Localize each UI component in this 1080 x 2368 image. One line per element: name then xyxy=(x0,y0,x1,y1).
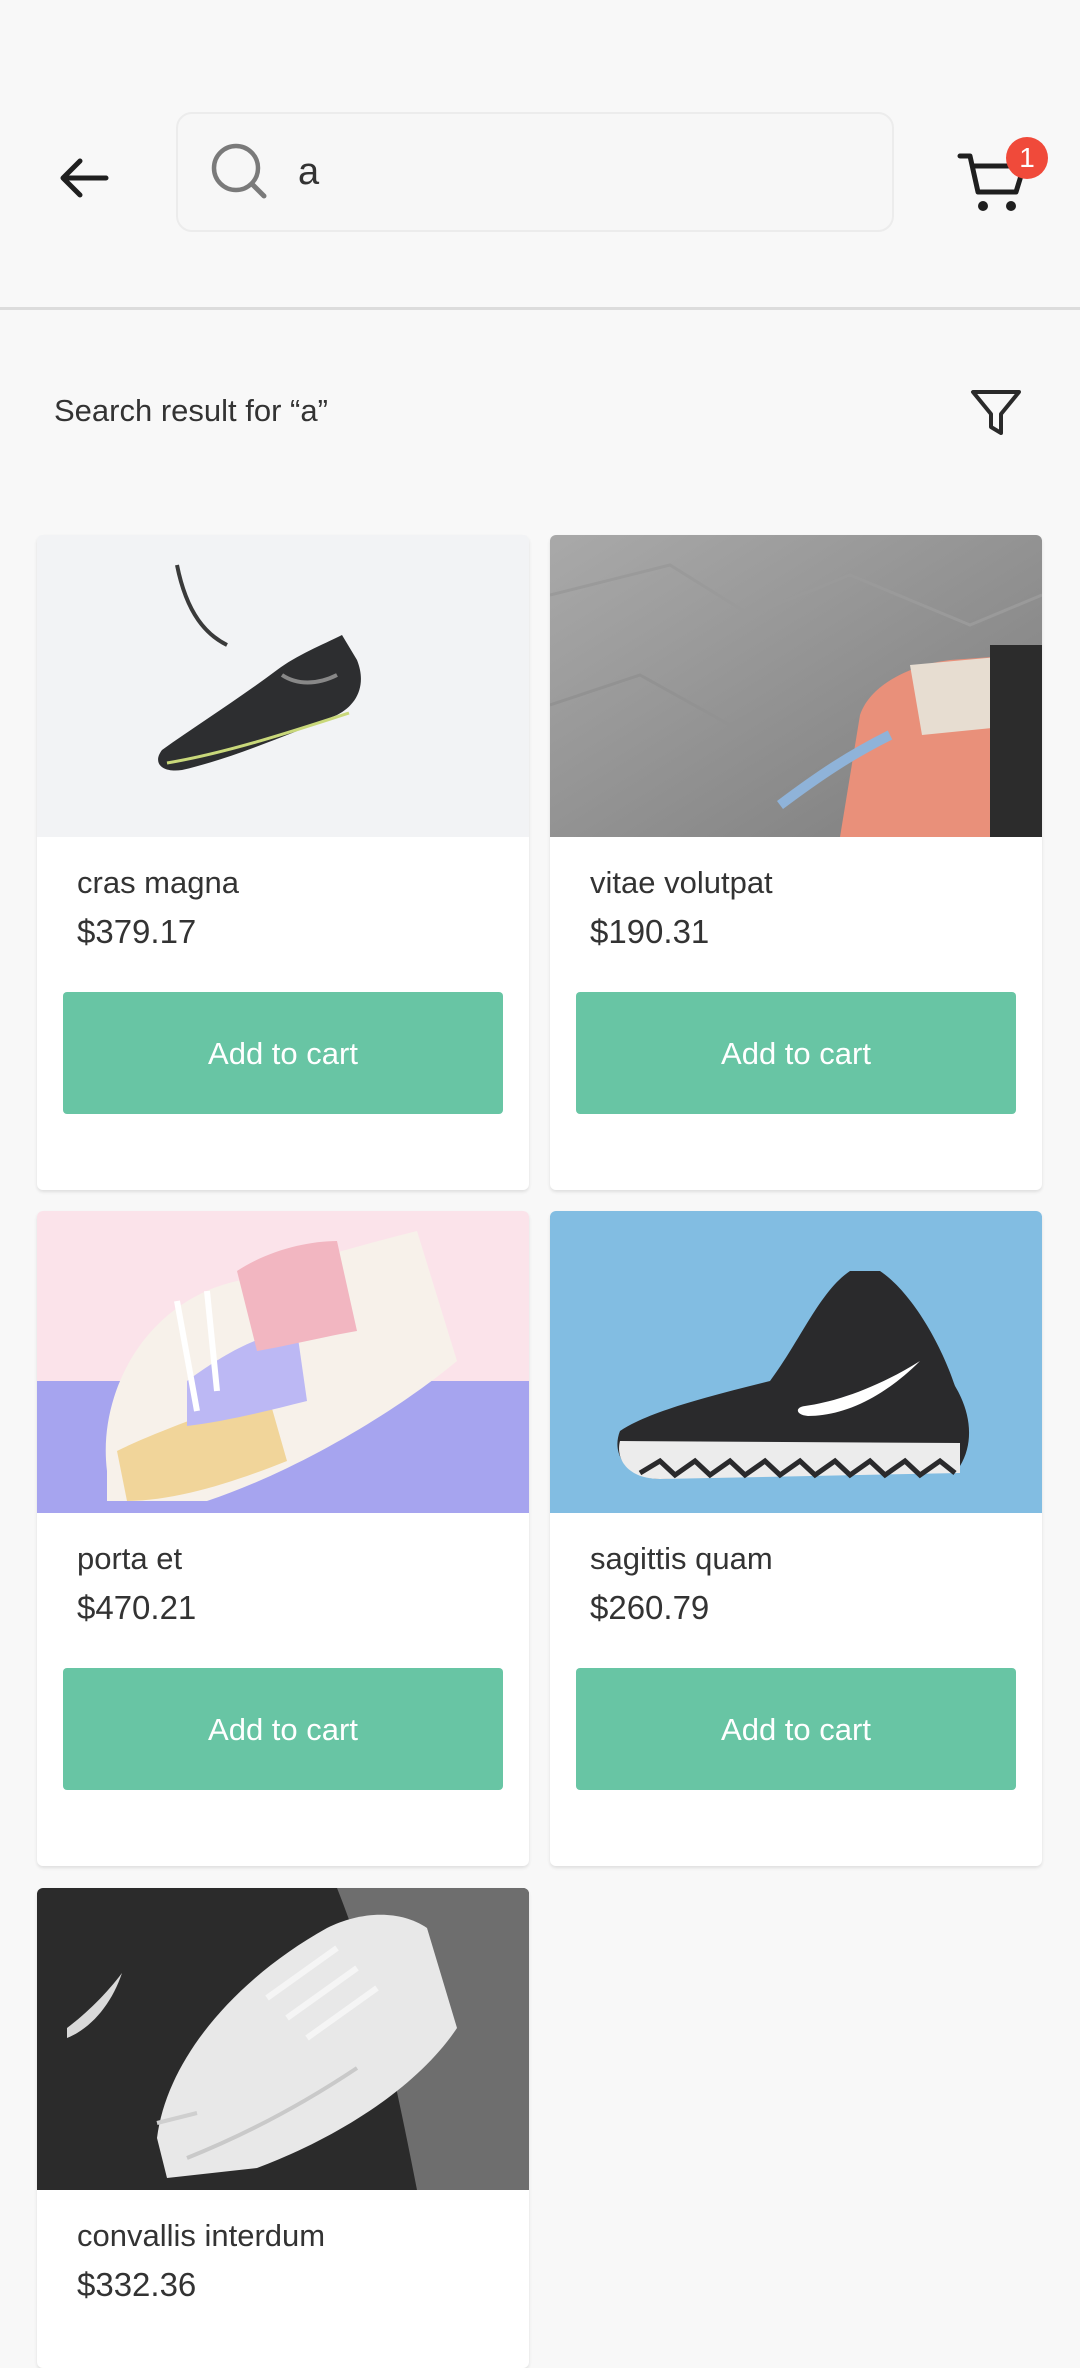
product-image[interactable] xyxy=(37,1211,529,1513)
product-image[interactable] xyxy=(550,1211,1042,1513)
product-card[interactable]: vitae volutpat $190.31 Add to cart xyxy=(550,535,1042,1190)
header-divider xyxy=(0,307,1080,310)
arrow-left-icon xyxy=(60,158,109,198)
product-card[interactable]: cras magna $379.17 Add to cart xyxy=(37,535,529,1190)
cart-count-badge: 1 xyxy=(1006,137,1048,179)
filter-icon xyxy=(971,390,1021,435)
search-result-label: Search result for “a” xyxy=(54,393,328,428)
product-card[interactable]: sagittis quam $260.79 Add to cart xyxy=(550,1211,1042,1866)
product-name: convallis interdum xyxy=(77,2218,326,2253)
add-to-cart-button[interactable]: Add to cart xyxy=(576,992,1016,1114)
filter-button[interactable] xyxy=(968,385,1024,441)
status-bar xyxy=(0,0,1080,72)
search-box[interactable] xyxy=(176,112,894,232)
product-price: $379.17 xyxy=(77,913,197,950)
add-to-cart-button[interactable]: Add to cart xyxy=(576,1668,1016,1790)
product-price: $190.31 xyxy=(590,913,710,950)
product-card[interactable]: porta et $470.21 Add to cart xyxy=(37,1211,529,1866)
product-price: $470.21 xyxy=(77,1589,197,1626)
product-name: cras magna xyxy=(77,865,239,900)
product-image[interactable] xyxy=(37,1888,529,2190)
product-name: vitae volutpat xyxy=(590,865,773,900)
search-input[interactable] xyxy=(298,134,858,210)
product-image[interactable] xyxy=(37,535,529,837)
add-to-cart-button[interactable]: Add to cart xyxy=(63,1668,503,1790)
product-card[interactable]: convallis interdum $332.36 xyxy=(37,1888,529,2368)
back-button[interactable] xyxy=(52,146,116,210)
product-image[interactable] xyxy=(550,535,1042,837)
product-name: porta et xyxy=(77,1541,183,1576)
add-to-cart-button[interactable]: Add to cart xyxy=(63,992,503,1114)
search-icon xyxy=(211,143,267,199)
product-price: $260.79 xyxy=(590,1589,710,1626)
product-name: sagittis quam xyxy=(590,1541,773,1576)
product-price: $332.36 xyxy=(77,2266,197,2303)
